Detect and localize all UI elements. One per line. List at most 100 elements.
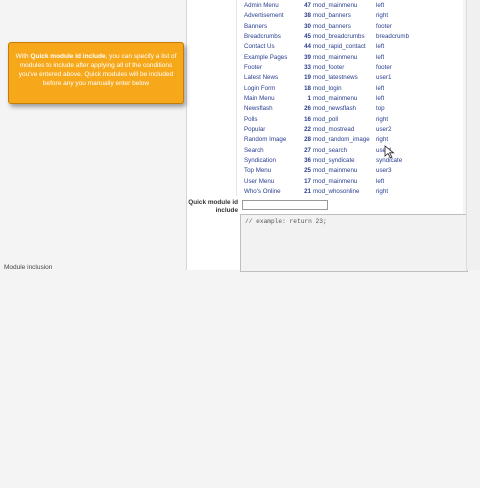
module-position: top: [376, 105, 385, 113]
module-name: Breadcrumbs: [244, 32, 281, 40]
module-name: Who's Online: [244, 187, 281, 195]
module-row[interactable]: Latest News 19 mod_latestnews user1: [244, 73, 444, 83]
module-type: mod_banners: [313, 12, 351, 20]
module-id: 18: [304, 84, 311, 92]
vertical-scrollbar[interactable]: [466, 0, 480, 270]
module-id: 47: [304, 2, 311, 9]
module-type: mod_mainmenu: [313, 2, 358, 9]
module-name: Contact Us: [244, 43, 275, 51]
tooltip-prefix: With: [15, 53, 31, 60]
module-id: 39: [304, 53, 311, 61]
module-id: 45: [304, 32, 311, 40]
module-type: mod_rapid_contact: [313, 43, 366, 51]
module-row[interactable]: Admin Menu 47 mod_mainmenu left: [244, 1, 444, 11]
module-type: mod_banners: [313, 22, 351, 30]
module-position: user2: [376, 125, 392, 133]
module-name: Latest News: [244, 74, 279, 82]
module-name: Advertisement: [244, 12, 284, 20]
module-row[interactable]: Polls 16 mod_poll right: [244, 115, 444, 125]
module-name: Footer: [244, 63, 262, 71]
module-position: right: [376, 187, 389, 195]
module-id: 26: [304, 105, 311, 113]
module-name: User Menu: [244, 177, 275, 185]
tooltip-highlight: Quick module id include: [30, 53, 106, 60]
module-position: breadcrumb: [376, 32, 410, 40]
module-row[interactable]: Top Menu 25 mod_mainmenu user3: [244, 166, 444, 176]
quick-module-input[interactable]: [242, 200, 328, 210]
module-type: mod_mainmenu: [313, 53, 358, 61]
module-position: left: [376, 94, 385, 102]
code-editor-text: // example: return 23;: [245, 218, 327, 225]
module-position: left: [376, 177, 385, 185]
module-id: 28: [304, 136, 311, 144]
module-id: 25: [304, 167, 311, 175]
module-name: Login Form: [244, 84, 276, 92]
module-type: mod_mainmenu: [313, 167, 358, 175]
module-name: Main Menu: [244, 94, 275, 102]
module-id: 17: [304, 177, 311, 185]
module-row[interactable]: Banners 30 mod_banners footer: [244, 22, 444, 32]
module-row[interactable]: Who's Online 21 mod_whosonline right: [244, 187, 444, 197]
module-row[interactable]: Login Form 18 mod_login left: [244, 84, 444, 94]
module-id: 19: [304, 74, 311, 82]
module-id: 36: [304, 156, 311, 164]
module-type: mod_newsflash: [313, 105, 356, 113]
module-type: mod_mainmenu: [313, 177, 358, 185]
module-type: mod_mostread: [313, 125, 355, 133]
help-tooltip: With Quick module id include, you can sp…: [8, 42, 184, 104]
module-name: Newsflash: [244, 105, 273, 113]
module-type: mod_latestnews: [313, 74, 358, 82]
module-position: left: [376, 53, 385, 61]
module-type: mod_whosonline: [313, 187, 360, 195]
module-name: Admin Menu: [244, 2, 279, 9]
module-type: mod_breadcrumbs: [313, 32, 365, 40]
module-row[interactable]: User Menu 17 mod_mainmenu left: [244, 177, 444, 187]
module-row[interactable]: Advertisement 38 mod_banners right: [244, 11, 444, 21]
module-id: 44: [304, 43, 311, 51]
module-row[interactable]: Breadcrumbs 45 mod_breadcrumbs breadcrumb: [244, 32, 444, 42]
module-type: mod_search: [313, 146, 348, 154]
module-position: user3: [376, 167, 392, 175]
module-id: 33: [304, 63, 311, 71]
module-row[interactable]: Newsflash 26 mod_newsflash top: [244, 104, 444, 114]
module-id: 21: [304, 187, 311, 195]
module-type: mod_mainmenu: [313, 94, 358, 102]
module-row[interactable]: Random Image 28 mod_random_image right: [244, 135, 444, 145]
module-row[interactable]: Example Pages 39 mod_mainmenu left: [244, 53, 444, 63]
module-position: footer: [376, 22, 392, 30]
module-row[interactable]: Popular 22 mod_mostread user2: [244, 125, 444, 135]
module-name: Random Image: [244, 136, 287, 144]
module-position: right: [376, 136, 389, 144]
left-pane: [0, 0, 186, 270]
module-id: 27: [304, 146, 311, 154]
module-row[interactable]: Footer 33 mod_footer footer: [244, 63, 444, 73]
module-position: right: [376, 12, 389, 20]
module-id: 1: [307, 94, 311, 102]
module-type: mod_login: [313, 84, 342, 92]
module-id: 38: [304, 12, 311, 20]
module-position: user1: [376, 74, 392, 82]
module-type: mod_poll: [313, 115, 339, 123]
module-row[interactable]: Syndication 36 mod_syndicate syndicate: [244, 156, 444, 166]
module-row[interactable]: Search 27 mod_search user4: [244, 146, 444, 156]
module-id: 16: [304, 115, 311, 123]
quick-module-label: Quick module id include: [188, 199, 238, 214]
module-type: mod_random_image: [313, 136, 370, 144]
module-position: footer: [376, 63, 392, 71]
module-position: left: [376, 43, 385, 51]
module-id: 22: [304, 125, 311, 133]
module-name: Syndication: [244, 156, 276, 164]
mouse-cursor-icon: [384, 145, 395, 159]
module-row[interactable]: Main Menu 1 mod_mainmenu left: [244, 94, 444, 104]
column-divider: [236, 0, 237, 196]
module-name: Top Menu: [244, 167, 272, 175]
module-name: Example Pages: [244, 53, 288, 61]
module-row[interactable]: Contact Us 44 mod_rapid_contact left: [244, 42, 444, 52]
module-name: Polls: [244, 115, 258, 123]
module-name: Popular: [244, 125, 266, 133]
module-position: right: [376, 115, 389, 123]
code-editor[interactable]: // example: return 23;: [240, 214, 468, 272]
module-id: 30: [304, 22, 311, 30]
module-name: Search: [244, 146, 264, 154]
module-position: left: [376, 2, 385, 9]
